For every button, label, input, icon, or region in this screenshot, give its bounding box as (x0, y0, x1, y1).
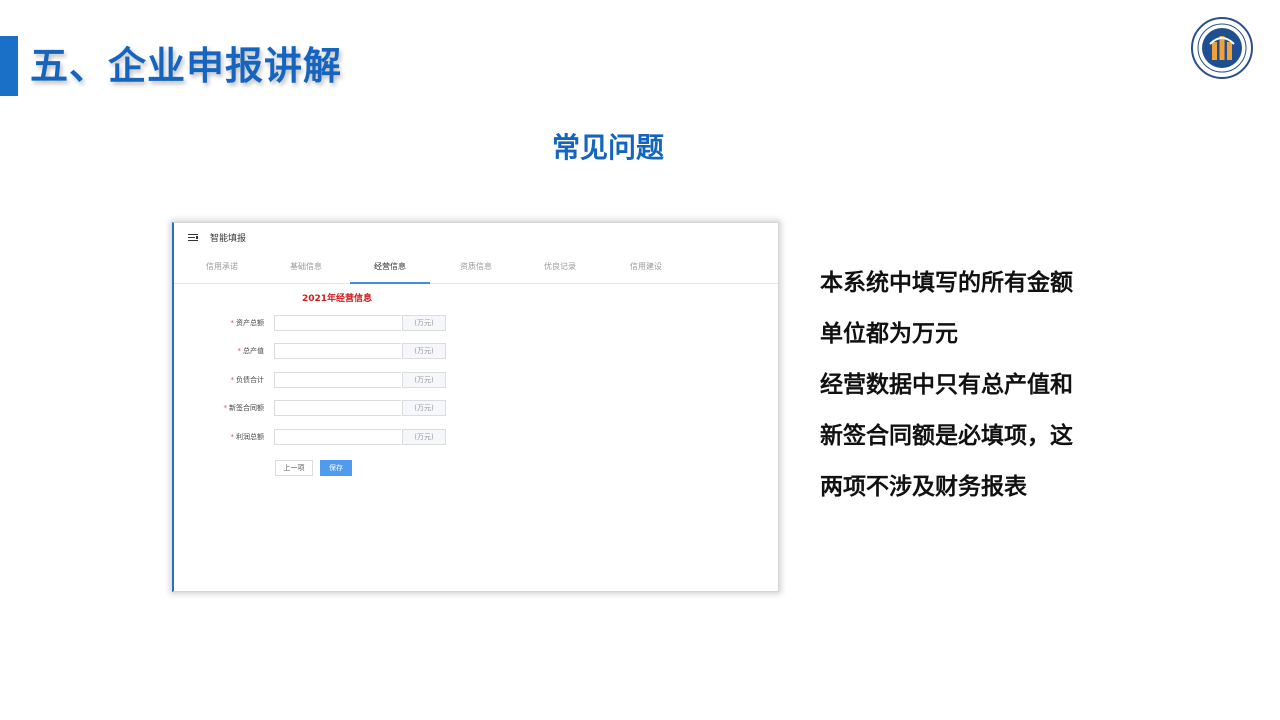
required-mark: * (230, 433, 235, 441)
tab-good-records[interactable]: 优良记录 (520, 261, 600, 282)
unit-addon: (万元) (402, 315, 446, 331)
total-assets-input[interactable] (274, 315, 401, 331)
menu-toggle-icon[interactable] (188, 233, 198, 242)
tab-credit-building[interactable]: 信用建设 (606, 261, 686, 282)
field-label: * 资产总额 (230, 319, 265, 327)
previous-button[interactable]: 上一项 (275, 460, 313, 476)
required-mark: * (230, 319, 235, 327)
tab-operation-info[interactable]: 经营信息 (350, 261, 430, 284)
title-accent-bar (0, 36, 18, 96)
tab-credit-commitment[interactable]: 信用承诺 (182, 261, 262, 282)
unit-addon: (万元) (402, 343, 446, 359)
required-mark: * (237, 347, 242, 355)
new-contract-amount-input[interactable] (274, 400, 401, 416)
app-header: 智能填报 (188, 229, 246, 245)
form-title: 2021年经营信息 (302, 294, 373, 304)
total-profit-input[interactable] (274, 429, 401, 445)
note-line: 新签合同额是必填项，这 (820, 423, 1073, 449)
field-label: * 总产值 (237, 347, 265, 355)
save-button[interactable]: 保存 (320, 460, 352, 476)
required-mark: * (230, 376, 235, 384)
note-line: 本系统中填写的所有金额 (820, 270, 1073, 296)
app-title: 智能填报 (210, 233, 247, 244)
tab-bar: 信用承诺 基础信息 经营信息 资质信息 优良记录 信用建设 (174, 257, 778, 284)
unit-addon: (万元) (402, 372, 446, 388)
tab-basic-info[interactable]: 基础信息 (266, 261, 346, 282)
field-total-assets: * 资产总额 (万元) (194, 315, 754, 331)
unit-addon: (万元) (402, 400, 446, 416)
field-label: * 新签合同额 (223, 404, 265, 412)
field-label: * 负债合计 (230, 376, 265, 384)
field-total-profit: * 利润总额 (万元) (194, 429, 754, 445)
required-mark: * (223, 404, 228, 412)
explanation-notes: 本系统中填写的所有金额 单位都为万元 经营数据中只有总产值和 新签合同额是必填项… (820, 258, 1140, 513)
tab-qualification-info[interactable]: 资质信息 (436, 261, 516, 282)
field-total-liabilities: * 负债合计 (万元) (194, 372, 754, 388)
note-line: 两项不涉及财务报表 (820, 474, 1027, 500)
total-liabilities-input[interactable] (274, 372, 401, 388)
unit-addon: (万元) (402, 429, 446, 445)
field-total-output: * 总产值 (万元) (194, 343, 754, 359)
section-subtitle: 常见问题 (551, 131, 664, 164)
field-label: * 利润总额 (230, 433, 265, 441)
total-output-input[interactable] (274, 343, 401, 359)
note-line: 单位都为万元 (820, 321, 958, 347)
form-screenshot: 智能填报 信用承诺 基础信息 经营信息 资质信息 优良记录 信用建设 2021年… (172, 222, 779, 592)
slide-title: 五、企业申报讲解 (30, 44, 343, 88)
note-line: 经营数据中只有总产值和 (820, 372, 1073, 398)
association-logo-icon (1191, 17, 1253, 79)
field-new-contract-amount: * 新签合同额 (万元) (194, 400, 754, 416)
